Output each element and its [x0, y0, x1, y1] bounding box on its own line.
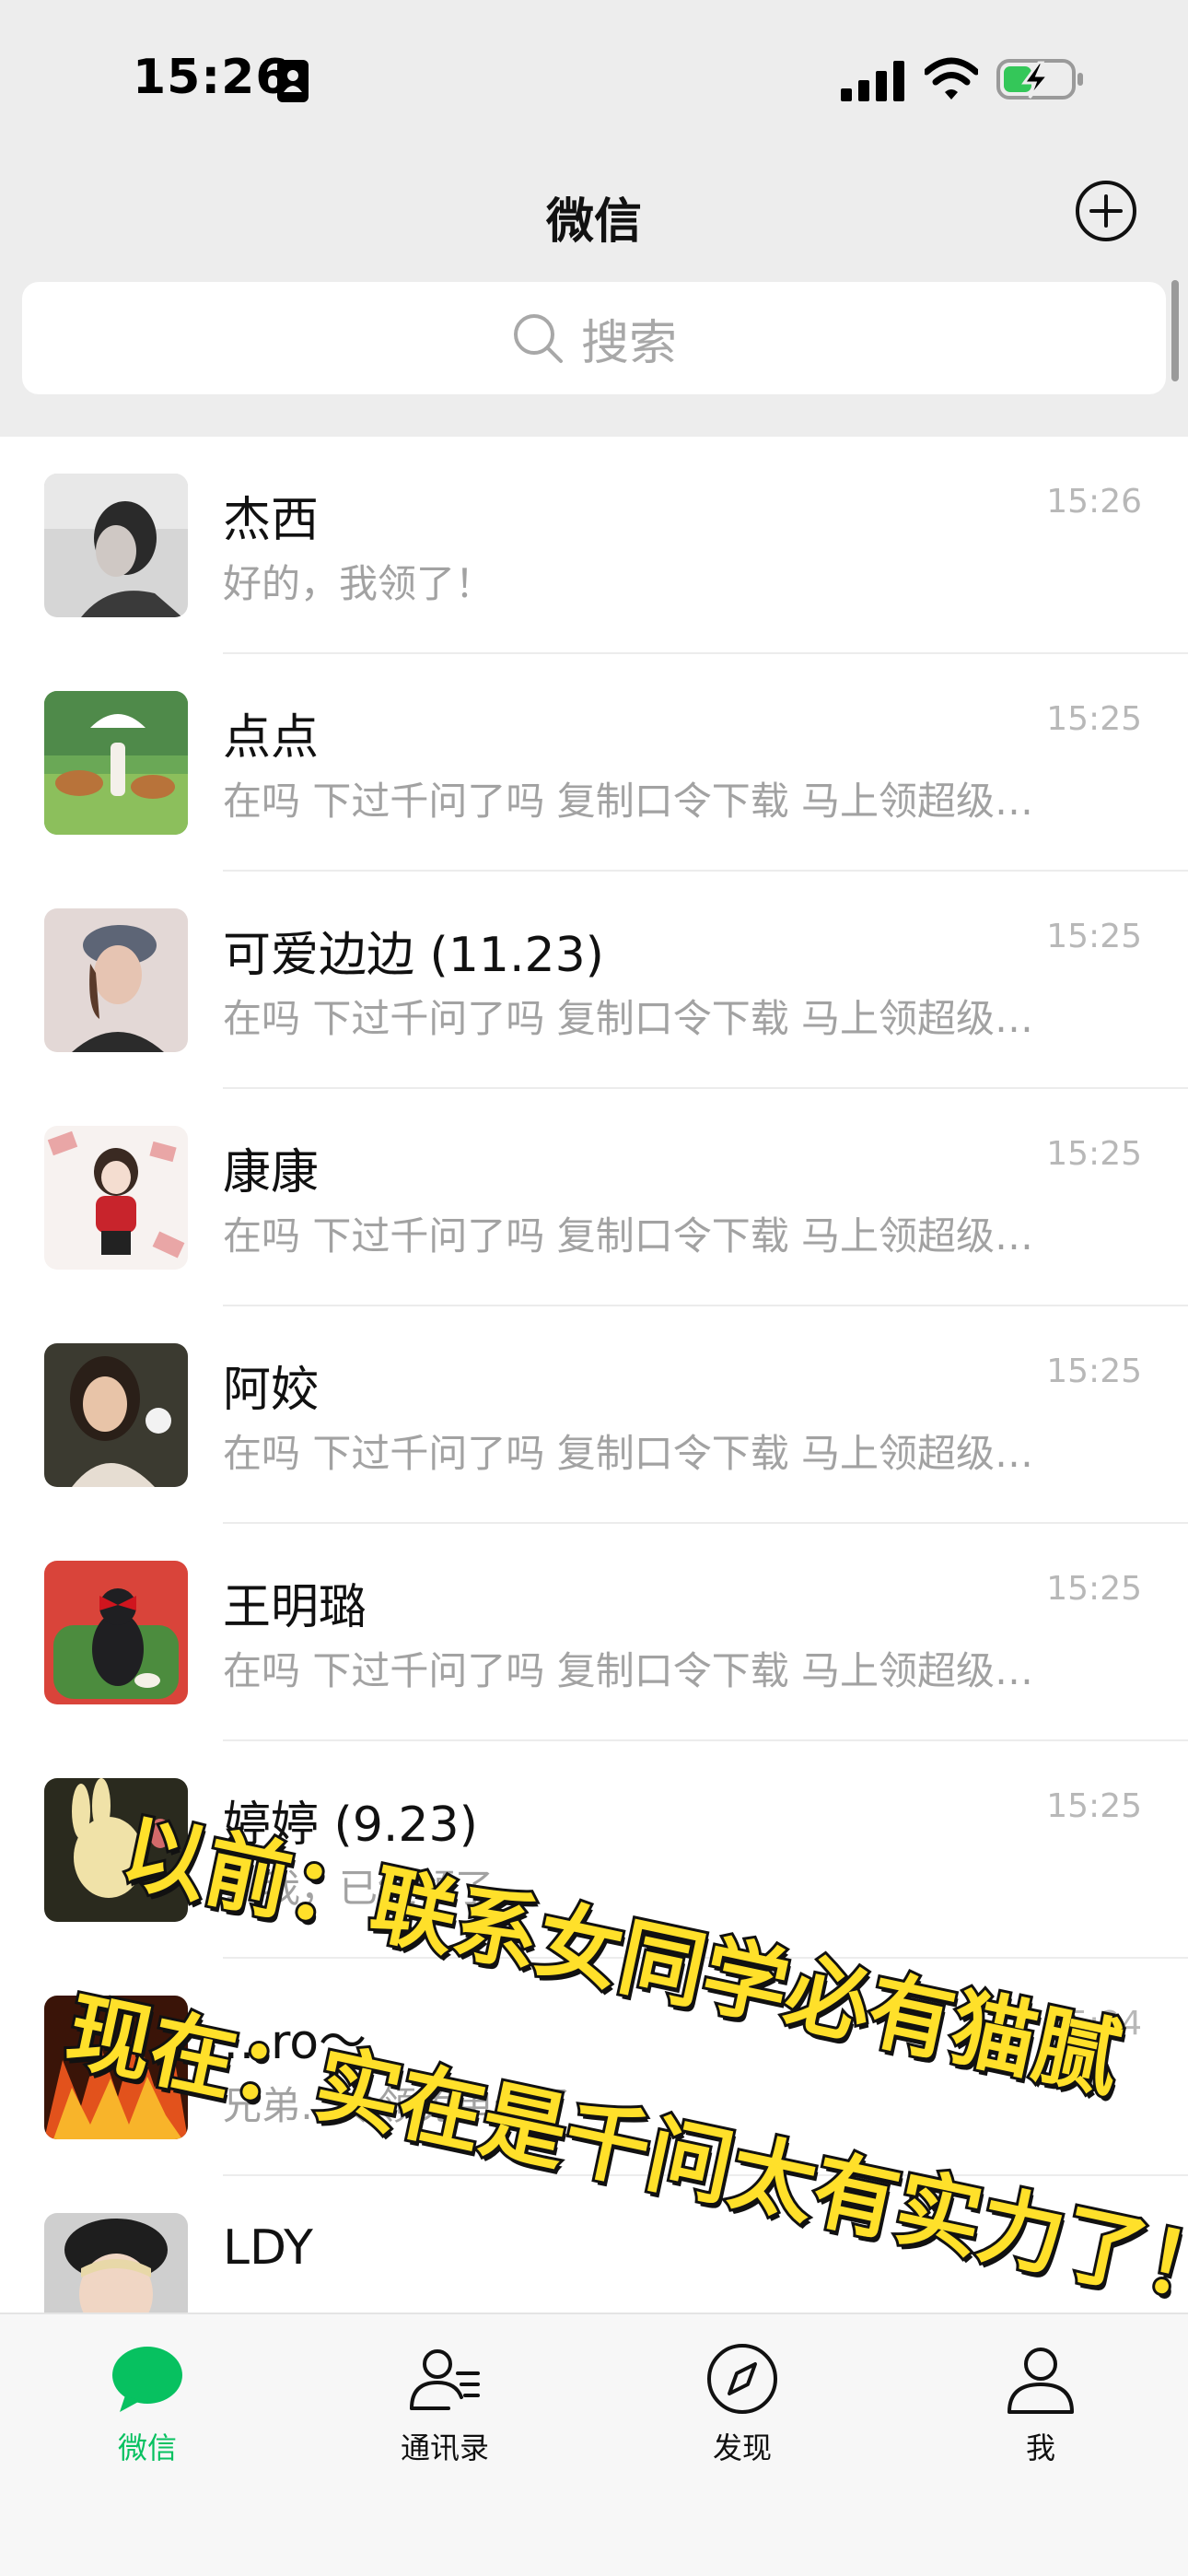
battery-charging-icon: [996, 59, 1083, 100]
search-icon: [513, 314, 563, 363]
nav-bar: 微信: [0, 162, 1188, 275]
chat-row-ajiao[interactable]: 阿姣 15:25 在吗 下过千问了吗 复制口令下载 马上领超级…: [0, 1306, 1188, 1524]
chat-name: 可爱边边 (11.23): [223, 928, 604, 983]
status-bar: 15:26: [0, 0, 1188, 162]
avatar: [44, 691, 188, 835]
chat-name: LDY: [223, 2220, 313, 2276]
chat-preview: 好的，我领了！: [223, 561, 495, 606]
chat-time: 15:26: [1046, 483, 1142, 521]
chat-time: 15:25: [1046, 1352, 1142, 1390]
avatar: [44, 908, 188, 1052]
chat-row-jiexi[interactable]: 杰西 15:26 好的，我领了！: [0, 437, 1188, 654]
chat-name: 康康: [223, 1145, 320, 1200]
chat-row-bro[interactable]: …ro～ 15:24 兄弟…令领免单卡了: [0, 1959, 1188, 2176]
avatar: [44, 474, 188, 617]
chat-name: 点点: [223, 710, 320, 766]
scrollbar[interactable]: [1171, 280, 1179, 381]
chat-preview: …我，已经领了: [223, 1866, 495, 1911]
chat-time: 15:24: [1046, 2005, 1142, 2043]
tab-bar: 微信 通讯录 发现 我: [0, 2313, 1188, 2576]
chat-name: 王明璐: [223, 1580, 367, 1635]
tab-chats[interactable]: 微信: [64, 2340, 230, 2467]
search-input[interactable]: 搜索: [22, 282, 1166, 394]
page-title: 微信: [545, 194, 642, 250]
chat-bubble-icon: [112, 2347, 182, 2412]
chat-name: 阿姣: [223, 1363, 320, 1418]
chat-row-wangminglu[interactable]: 王明璐 15:25 在吗 下过千问了吗 复制口令下载 马上领超级…: [0, 1524, 1188, 1741]
id-card-icon: [277, 60, 309, 102]
chat-preview: 在吗 下过千问了吗 复制口令下载 马上领超级…: [223, 1213, 1034, 1259]
wifi-icon: [925, 57, 978, 100]
chat-row-tingting[interactable]: 婷婷 (9.23) 15:25 …我，已经领了: [0, 1741, 1188, 1959]
chat-preview: 在吗 下过千问了吗 复制口令下载 马上领超级…: [223, 779, 1034, 824]
chat-list: 杰西 15:26 好的，我领了！ 点点 15:25 在吗 下过千问了吗 复制口令…: [0, 437, 1188, 2318]
avatar: [44, 1126, 188, 1270]
avatar: [44, 2213, 188, 2318]
tab-me[interactable]: 我: [958, 2340, 1124, 2467]
chat-time: 15:25: [1046, 1787, 1142, 1825]
chat-row-keaibianbian[interactable]: 可爱边边 (11.23) 15:25 在吗 下过千问了吗 复制口令下载 马上领超…: [0, 872, 1188, 1089]
chat-time: 15:25: [1046, 700, 1142, 738]
compass-icon: [707, 2344, 777, 2414]
tab-label: 我: [1025, 2430, 1055, 2465]
chat-preview: 在吗 下过千问了吗 复制口令下载 马上领超级…: [223, 1648, 1034, 1693]
chat-preview: 在吗 下过千问了吗 复制口令下载 马上领超级…: [223, 1431, 1034, 1476]
tab-discover[interactable]: 发现: [659, 2340, 825, 2467]
person-icon: [1007, 2348, 1074, 2414]
tab-contacts[interactable]: 通讯录: [362, 2340, 528, 2467]
chat-row-ldy[interactable]: LDY: [0, 2176, 1188, 2318]
tab-label: 通讯录: [400, 2430, 489, 2465]
status-time: 15:26: [133, 50, 290, 105]
search-placeholder: 搜索: [580, 315, 677, 371]
chat-name: 杰西: [223, 493, 320, 548]
avatar: [44, 1343, 188, 1487]
chat-time: 15:25: [1046, 1570, 1142, 1608]
chat-row-kangkang[interactable]: 康康 15:25 在吗 下过千问了吗 复制口令下载 马上领超级…: [0, 1089, 1188, 1306]
chat-row-diandian[interactable]: 点点 15:25 在吗 下过千问了吗 复制口令下载 马上领超级…: [0, 654, 1188, 872]
tab-label: 发现: [712, 2430, 772, 2465]
chat-name: 婷婷 (9.23): [223, 1797, 478, 1853]
chat-time: 15:25: [1046, 918, 1142, 955]
chat-name: …ro～: [223, 2015, 367, 2070]
contacts-icon: [410, 2349, 480, 2410]
cellular-signal-icon: [841, 61, 904, 101]
search-area: 搜索: [0, 275, 1188, 437]
chat-preview: 兄弟…令领免单卡了: [223, 2083, 572, 2128]
chat-preview: 在吗 下过千问了吗 复制口令下载 马上领超级…: [223, 996, 1034, 1041]
tab-label: 微信: [117, 2430, 177, 2465]
chat-time: 15:25: [1046, 1135, 1142, 1173]
plus-circle-icon[interactable]: [1074, 179, 1138, 243]
avatar: [44, 1996, 188, 2139]
avatar: [44, 1778, 188, 1922]
avatar: [44, 1561, 188, 1704]
